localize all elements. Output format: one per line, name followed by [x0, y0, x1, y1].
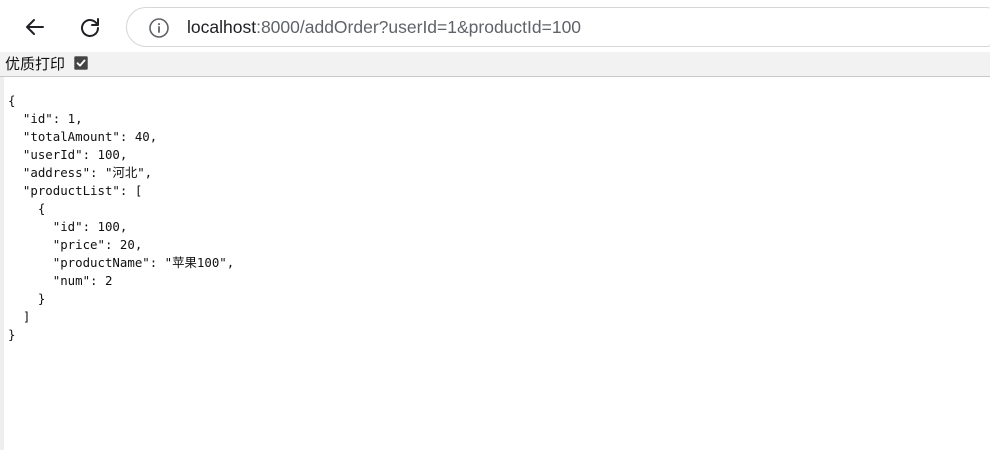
url-text[interactable]: localhost:8000/addOrder?userId=1&product… — [187, 8, 581, 46]
back-arrow-icon — [26, 19, 44, 35]
address-bar[interactable]: localhost:8000/addOrder?userId=1&product… — [126, 7, 990, 47]
pretty-print-checkbox[interactable] — [74, 56, 88, 70]
pretty-print-bar: 优质打印 — [0, 52, 990, 77]
checkmark-icon — [75, 57, 87, 69]
reload-icon — [81, 18, 99, 37]
url-path: :8000/addOrder?userId=1&productId=100 — [256, 17, 582, 37]
back-button[interactable] — [15, 7, 55, 47]
json-body: { "id": 1, "totalAmount": 40, "userId": … — [8, 93, 235, 342]
page-content: { "id": 1, "totalAmount": 40, "userId": … — [0, 77, 990, 450]
reload-button[interactable] — [70, 7, 110, 47]
info-icon[interactable] — [148, 17, 170, 39]
pretty-print-label: 优质打印 — [5, 55, 66, 73]
browser-toolbar: localhost:8000/addOrder?userId=1&product… — [0, 0, 990, 52]
url-host: localhost — [187, 17, 257, 37]
